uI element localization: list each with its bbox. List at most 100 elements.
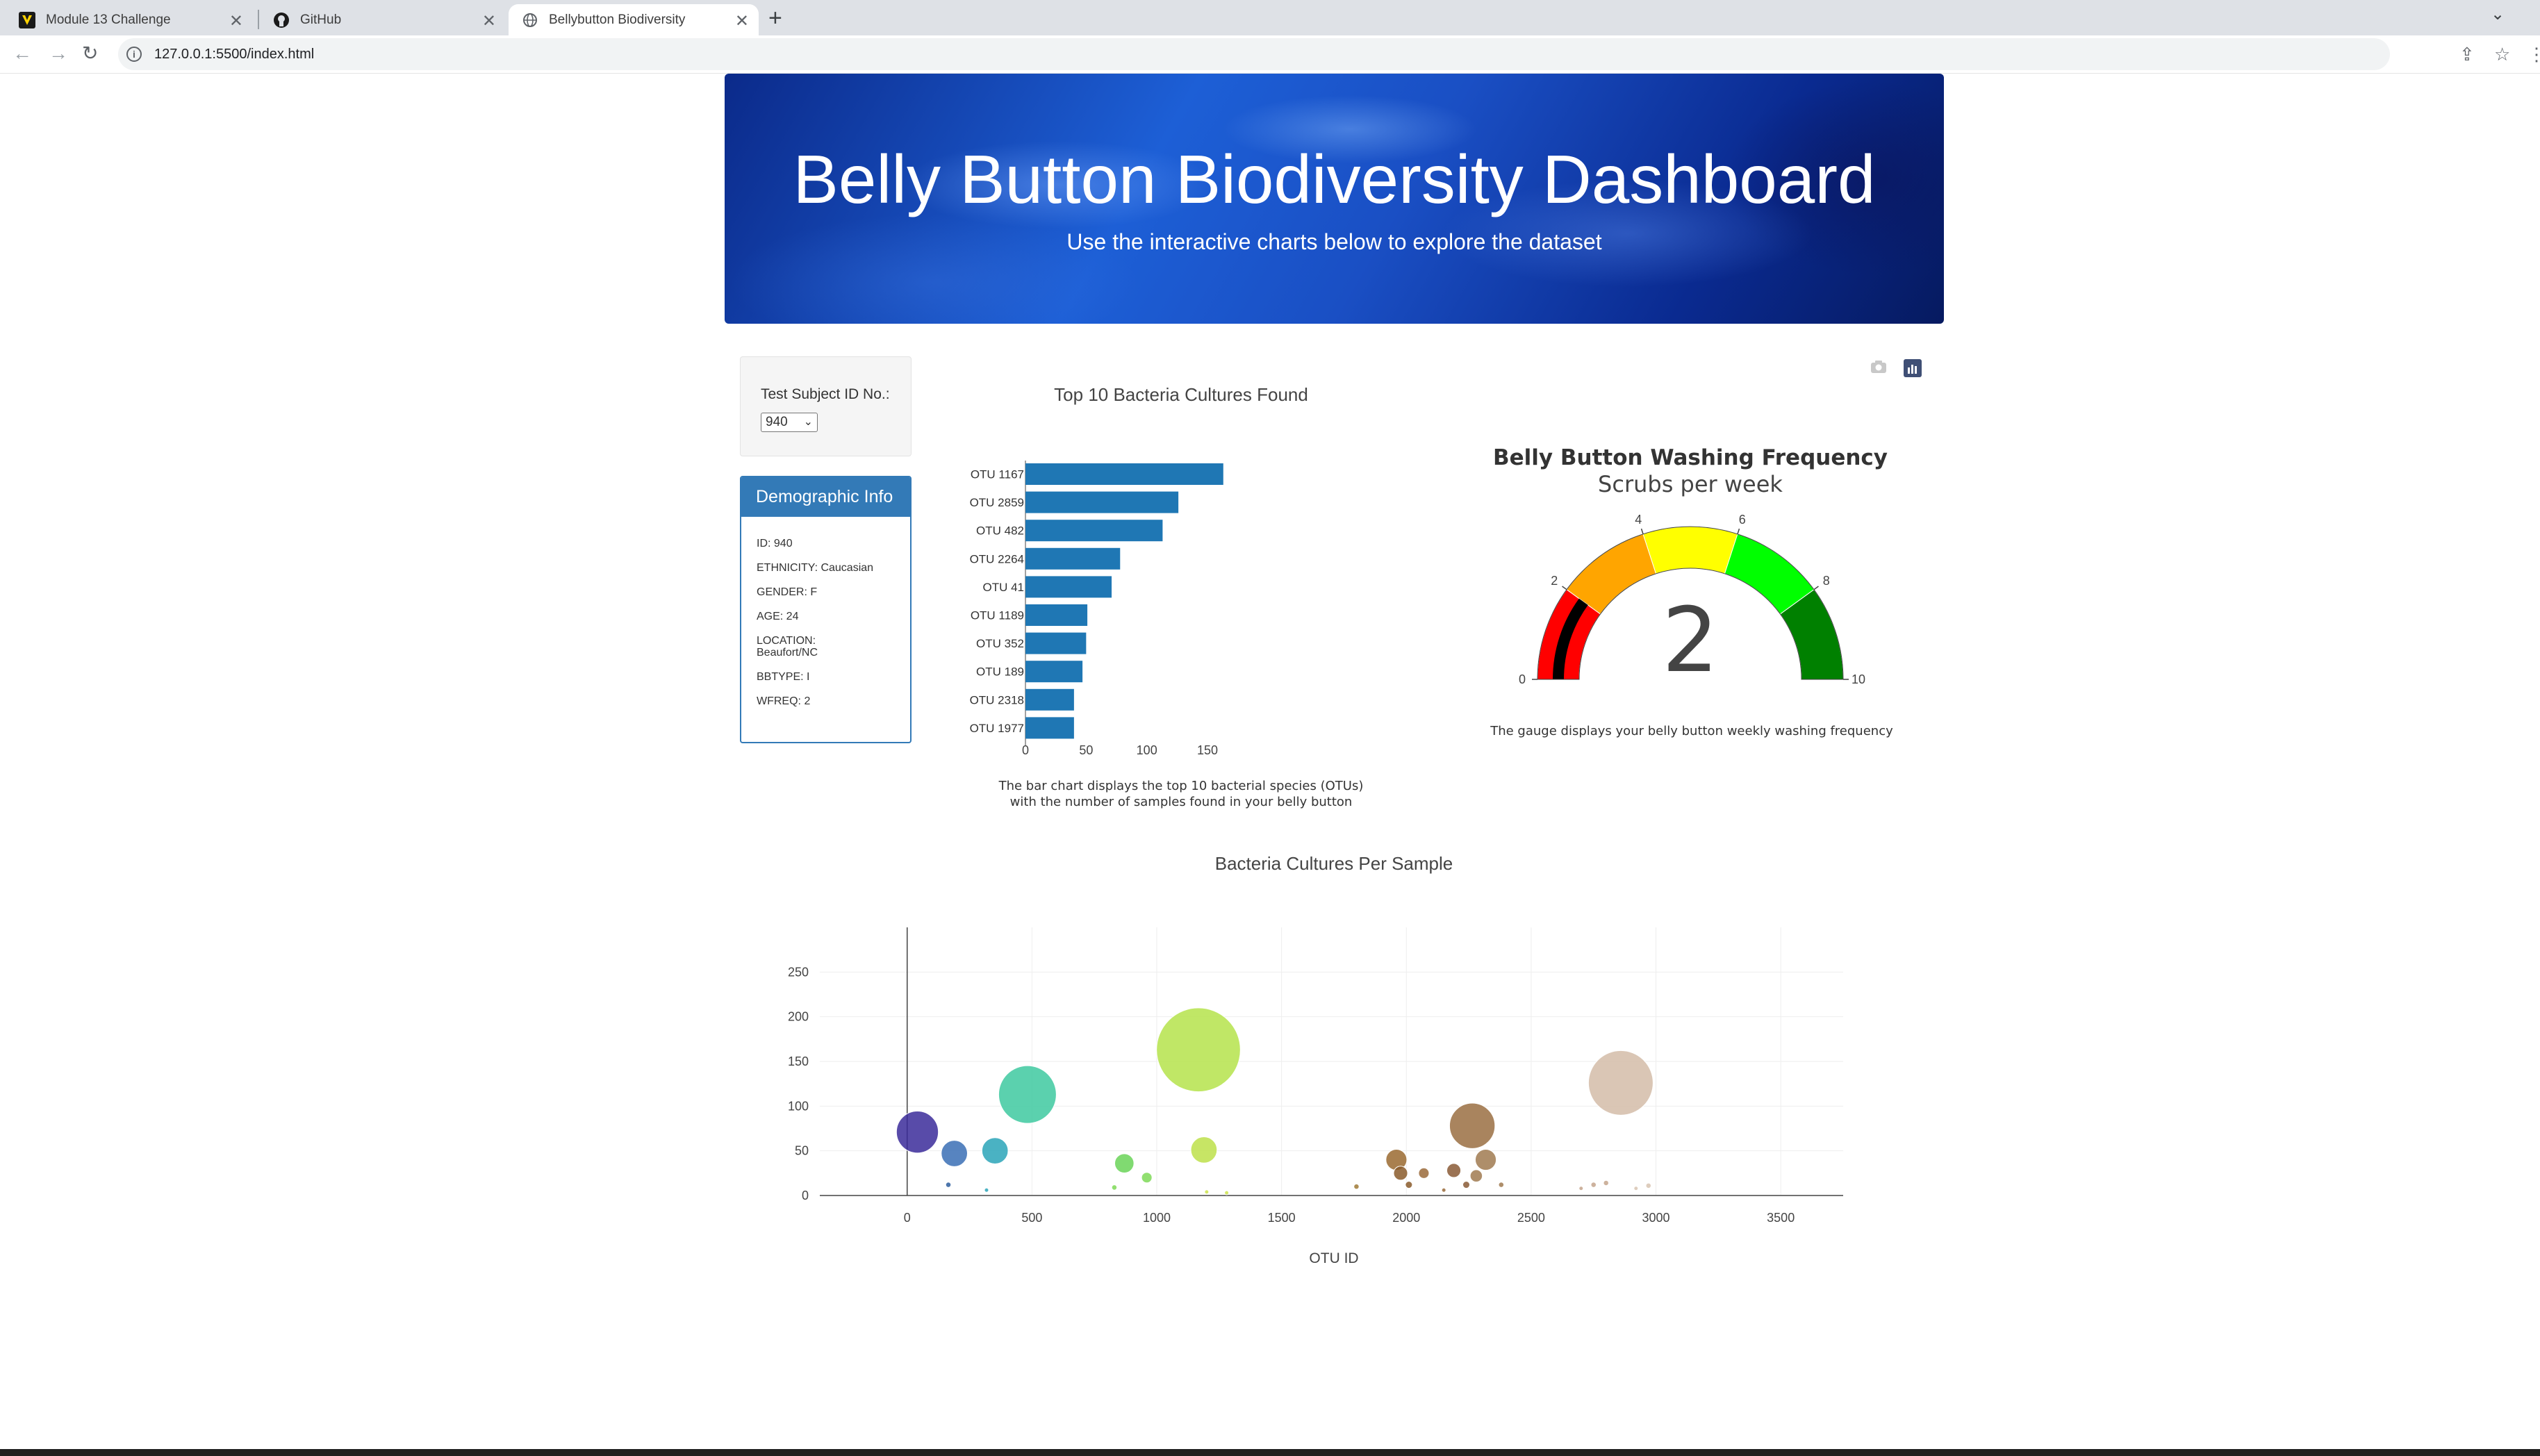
bubble-point [1603, 1180, 1609, 1186]
chevron-down-icon[interactable]: ⌄ [2491, 4, 2505, 24]
bubble-x-tick-label: 500 [1021, 1211, 1042, 1225]
bubble-point [896, 1110, 939, 1154]
bubble-point [1114, 1153, 1135, 1174]
taskbar-strip [0, 1449, 2540, 1456]
bar-mark [1025, 491, 1179, 513]
gauge-tick-label: 4 [1635, 513, 1642, 527]
back-arrow-icon[interactable]: ← [13, 41, 32, 66]
camera-icon[interactable] [1870, 359, 1888, 379]
bar-mark [1025, 463, 1223, 485]
bar-mark [1025, 688, 1074, 711]
address-bar[interactable]: i 127.0.0.1:5500/index.html [118, 38, 2390, 70]
bubble-point [1578, 1186, 1584, 1191]
bubble-point [984, 1187, 989, 1193]
gauge-title: Belly Button Washing Frequency [1493, 445, 1888, 470]
bubble-point [1393, 1166, 1408, 1181]
plotly-logo-icon[interactable] [1904, 359, 1922, 382]
gauge-tick-label: 8 [1823, 574, 1830, 588]
bubble-point [1111, 1184, 1118, 1191]
browser-tab-github[interactable]: GitHub ✕ [260, 4, 506, 35]
bar-mark [1025, 576, 1112, 598]
subject-select-label: Test Subject ID No.: [761, 386, 890, 402]
info-icon[interactable]: i [126, 47, 142, 62]
close-icon[interactable]: ✕ [482, 11, 496, 31]
bar-chart-title: Top 10 Bacteria Cultures Found [1054, 384, 1308, 405]
bubble-y-tick-label: 250 [788, 965, 809, 979]
page-title: Belly Button Biodiversity Dashboard [793, 141, 1876, 217]
bubble-point [1418, 1167, 1430, 1179]
bar-chart-caption: The bar chart displays the top 10 bacter… [966, 778, 1396, 810]
bookmark-star-icon[interactable]: ☆ [2494, 44, 2510, 65]
browser-tab-module13[interactable]: Module 13 Challenge ✕ [6, 4, 253, 35]
reload-icon[interactable]: ↻ [82, 41, 98, 66]
bubble-point [1587, 1050, 1654, 1116]
tab-title: Bellybutton Biodiversity [549, 12, 686, 27]
bubble-y-tick-label: 0 [802, 1189, 809, 1202]
gauge-tick-label: 6 [1739, 513, 1746, 527]
bubble-point [1590, 1182, 1597, 1188]
bar-category-label: OTU 1167 [971, 468, 1024, 481]
gauge-tick-mark [1562, 586, 1567, 590]
bar-category-label: OTU 2859 [970, 496, 1024, 509]
washing-gauge-chart[interactable]: Belly Button Washing Frequency Scrubs pe… [1473, 445, 1911, 695]
gauge-tick-label: 0 [1519, 672, 1526, 686]
forward-arrow-icon[interactable]: → [49, 41, 68, 66]
gauge-tick-label: 2 [1551, 574, 1558, 588]
bubble-point [1224, 1190, 1230, 1196]
demographic-row: GENDER: F [757, 586, 818, 598]
close-icon[interactable]: ✕ [735, 11, 749, 31]
bubble-point [998, 1065, 1057, 1124]
globe-icon [521, 11, 539, 29]
bar-category-label: OTU 482 [976, 524, 1024, 538]
top10-bar-chart[interactable]: Top 10 Bacteria Cultures Found 0 50 100 150… [945, 375, 1389, 778]
bubble-chart[interactable]: Bacteria Cultures Per Sample OTU ID 0 500… [764, 847, 1876, 1278]
subject-selector-well: Test Subject ID No.: 940 ⌄ [740, 356, 912, 456]
bubble-point [945, 1182, 952, 1188]
bubble-point [1449, 1102, 1496, 1149]
bubble-point [1633, 1186, 1639, 1191]
bar-x-tick-label: 150 [1197, 743, 1218, 757]
bar-category-label: OTU 352 [976, 637, 1024, 650]
bubble-y-tick-label: 50 [795, 1144, 809, 1158]
browser-tab-strip: Module 13 Challenge ✕ GitHub ✕ Bellybutt… [0, 0, 2540, 35]
bubble-point [981, 1137, 1009, 1165]
bubble-point [1405, 1181, 1413, 1189]
share-icon[interactable]: ⇪ [2459, 44, 2475, 65]
gauge-band [1642, 526, 1738, 574]
bubble-point [941, 1140, 968, 1167]
bar-mark [1025, 520, 1163, 542]
header-banner: Belly Button Biodiversity Dashboard Use … [725, 74, 1944, 324]
tab-title: Module 13 Challenge [46, 12, 171, 27]
page-subtitle: Use the interactive charts below to expl… [1066, 229, 1602, 254]
gauge-tick-mark [1813, 586, 1819, 590]
more-menu-icon[interactable]: ⋮ [2527, 44, 2540, 65]
gauge-tick-mark [1737, 528, 1740, 534]
browser-toolbar: ← → ↻ i 127.0.0.1:5500/index.html ⇪ ☆ ⋮ [0, 35, 2540, 74]
close-icon[interactable]: ✕ [229, 11, 243, 31]
bubble-y-tick-label: 100 [788, 1099, 809, 1113]
gauge-caption: The gauge displays your belly button wee… [1490, 724, 1893, 738]
github-icon [272, 11, 290, 29]
tab-separator [258, 10, 259, 29]
new-tab-button[interactable]: + [768, 4, 782, 32]
demographic-heading: Demographic Info [741, 477, 910, 517]
bubble-point [1446, 1163, 1462, 1178]
bar-category-label: OTU 41 [982, 581, 1024, 594]
bar-caption-line: with the number of samples found in your… [1009, 795, 1353, 809]
bar-category-label: OTU 1977 [970, 722, 1024, 735]
bubble-point [1441, 1187, 1446, 1193]
bubble-point [1474, 1148, 1497, 1171]
bubble-point [1141, 1172, 1153, 1184]
bar-category-label: OTU 1189 [971, 609, 1024, 622]
bubble-x-tick-label: 1000 [1143, 1211, 1171, 1225]
bubble-x-tick-label: 0 [904, 1211, 911, 1225]
subject-id-select[interactable]: 940 ⌄ [761, 413, 818, 432]
demographic-row: BBTYPE: I [757, 671, 810, 683]
browser-tab-bellybutton[interactable]: Bellybutton Biodiversity ✕ [509, 4, 759, 35]
demographic-row: WFREQ: 2 [757, 695, 811, 707]
gauge-tick-label: 10 [1852, 672, 1865, 686]
bar-category-label: OTU 2318 [970, 693, 1024, 706]
demographic-body: ID: 940 ETHNICITY: Caucasian GENDER: F A… [741, 517, 910, 707]
bubble-point [1353, 1183, 1360, 1190]
bubble-x-tick-label: 3000 [1642, 1211, 1670, 1225]
